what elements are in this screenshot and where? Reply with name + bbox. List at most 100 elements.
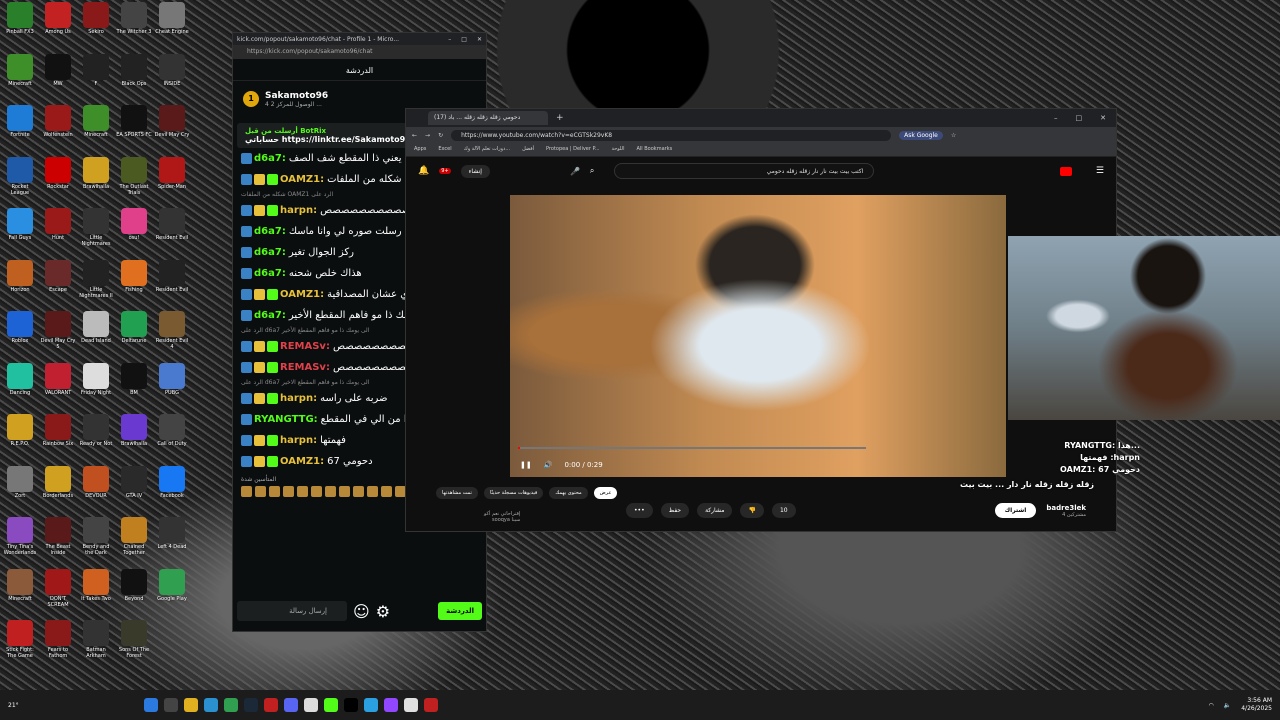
bookmark-item[interactable]: أفضل — [522, 146, 534, 153]
desktop-icon[interactable]: Batman Arkham — [78, 620, 114, 659]
emote-icon[interactable] — [255, 486, 266, 497]
video-player[interactable]: ❚❚ 🔊 0:00 / 0:29 — [510, 195, 1006, 477]
dislike-button[interactable]: 👎 — [740, 503, 764, 518]
create-button[interactable]: إنشاء — [460, 164, 490, 178]
desktop-icon[interactable]: Fall Guys — [2, 208, 38, 247]
desktop-icon[interactable]: The Beast Inside — [40, 517, 76, 556]
emote-icon[interactable] — [325, 486, 336, 497]
desktop-icon[interactable]: Ready or Not — [78, 414, 114, 453]
xbox-icon[interactable] — [224, 698, 238, 712]
close-icon[interactable]: ✕ — [1100, 114, 1106, 122]
chat-username[interactable]: d6a7: — [254, 268, 286, 279]
emote-icon[interactable] — [311, 486, 322, 497]
desktop-icon[interactable]: BM — [116, 362, 152, 402]
desktop-icon[interactable]: Resident Evil 4 — [154, 311, 190, 350]
url-input[interactable]: https://www.youtube.com/watch?v=eCGTSk29… — [451, 129, 892, 141]
ask-google-button[interactable]: Ask Google — [899, 130, 943, 140]
clock[interactable]: 3:56 AM 4/26/2025 — [1241, 697, 1272, 713]
emote-icon[interactable] — [269, 486, 280, 497]
youtube-logo[interactable]: ☰ — [1059, 166, 1104, 176]
desktop-icon[interactable]: PUBG — [154, 362, 190, 402]
desktop-icon[interactable]: Bendy and the Dark Revival — [78, 517, 114, 556]
kick-url-bar[interactable]: https://kick.com/popout/sakamoto96/chat — [233, 45, 486, 59]
wifi-icon[interactable]: ◠ — [1209, 702, 1214, 709]
desktop-icon[interactable]: Sons Of The Forest — [116, 620, 152, 659]
filter-chip[interactable]: فيديوهات مسجلة حديثًا — [483, 487, 544, 499]
emote-icon[interactable] — [353, 486, 364, 497]
desktop-icon[interactable]: Minecraft — [2, 53, 38, 93]
chat-username[interactable]: d6a7: — [254, 153, 286, 164]
search-icon[interactable] — [164, 698, 178, 712]
desktop-icon[interactable]: GTA IV — [116, 465, 152, 505]
chat-username[interactable]: d6a7: — [254, 226, 286, 237]
filter-chip[interactable]: تمت مشاهدتها — [436, 487, 478, 499]
chrome-icon[interactable] — [304, 698, 318, 712]
edge-icon[interactable] — [204, 698, 218, 712]
chat-username[interactable]: REMASv: — [280, 362, 330, 373]
desktop-icon[interactable]: VALORANT — [40, 362, 76, 402]
bookmark-item[interactable]: Apps — [414, 146, 426, 153]
desktop-icon[interactable]: Pinball FX3 — [2, 2, 38, 41]
twitch-icon[interactable] — [384, 698, 398, 712]
app-icon[interactable] — [264, 698, 278, 712]
chat-username[interactable]: harpn: — [280, 205, 317, 216]
bookmark-item[interactable]: All Bookmarks — [636, 146, 672, 153]
desktop-icon[interactable]: Rocket League — [2, 156, 38, 196]
desktop-icon[interactable]: Cheat Engine — [154, 2, 190, 41]
desktop-icon[interactable]: Friday Night — [78, 362, 114, 402]
desktop-icon[interactable]: The Outlast Trials — [116, 156, 152, 196]
mic-icon[interactable]: 🎤 — [570, 167, 580, 176]
desktop-icon[interactable]: Among Us — [40, 2, 76, 41]
desktop-icon[interactable]: MW — [40, 53, 76, 93]
new-tab-icon[interactable]: + — [556, 113, 564, 123]
tiktok-icon[interactable] — [344, 698, 358, 712]
filter-chip[interactable]: محتوى يهمك — [549, 487, 588, 499]
chat-input[interactable]: إرسال رسالة — [237, 601, 347, 621]
chat-username[interactable]: d6a7: — [254, 310, 286, 321]
back-icon[interactable]: ← — [412, 132, 417, 139]
desktop-icon[interactable]: Escape — [40, 259, 76, 299]
send-chat-button[interactable]: الدردشة — [438, 602, 482, 620]
volume-icon[interactable]: 🔊 — [544, 461, 553, 469]
discord-icon[interactable] — [284, 698, 298, 712]
pause-icon[interactable]: ❚❚ — [520, 461, 532, 469]
emoji-icon[interactable]: ☺ — [353, 602, 370, 621]
youtube-search-input[interactable]: اكتب بيت بيت نار نار زقله زقله دحومي — [614, 163, 875, 179]
chat-username[interactable]: harpn: — [280, 393, 317, 404]
obs-icon[interactable] — [404, 698, 418, 712]
desktop-icon[interactable]: Black Ops — [116, 53, 152, 93]
settings-icon[interactable]: ⚙ — [376, 602, 390, 621]
desktop-icon[interactable]: EA SPORTS FC — [116, 105, 152, 144]
desktop-icon[interactable]: Zort — [2, 465, 38, 505]
desktop-icon[interactable]: Resident Evil — [154, 208, 190, 247]
desktop-icon[interactable]: Resident Evil — [154, 259, 190, 299]
desktop-icon[interactable]: Fears to Fathom — [40, 620, 76, 659]
desktop-icon[interactable]: R.E.P.O. — [2, 414, 38, 453]
save-button[interactable]: حفظ — [660, 503, 690, 518]
search-icon[interactable]: ⌕ — [590, 166, 594, 176]
desktop-icon[interactable]: DEVOUR — [78, 465, 114, 505]
chat-username[interactable]: OAMZ1: — [280, 456, 324, 467]
chat-username[interactable]: OAMZ1: — [280, 174, 324, 185]
maximize-icon[interactable]: □ — [1076, 114, 1083, 122]
desktop-icon[interactable]: Wolfenstein — [40, 105, 76, 144]
filter-chip[interactable]: عرض — [593, 487, 618, 499]
notifications-icon[interactable]: 🔔 — [418, 166, 429, 176]
emote-icon[interactable] — [339, 486, 350, 497]
desktop-icon[interactable]: Horizon — [2, 259, 38, 299]
desktop-icon[interactable]: It Takes Two — [78, 568, 114, 608]
desktop-icon[interactable]: Call of Duty — [154, 414, 190, 453]
minimize-icon[interactable]: – — [1054, 114, 1058, 122]
desktop-icon[interactable]: Fortnite — [2, 105, 38, 144]
channel-name[interactable]: badre3lek — [1046, 504, 1086, 512]
desktop-icon[interactable]: The Witcher 3 — [116, 2, 152, 41]
subscribe-button[interactable]: اشتراك — [994, 503, 1037, 518]
desktop-icon[interactable]: Rockstar — [40, 156, 76, 196]
youtube-icon[interactable] — [424, 698, 438, 712]
emote-icon[interactable] — [283, 486, 294, 497]
tab-youtube[interactable]: (17) دحومي زقله زقله زقله ... باد — [428, 111, 548, 125]
desktop-icon[interactable]: Chained Together — [116, 517, 152, 556]
desktop-icon[interactable]: Deltarune — [116, 311, 152, 350]
desktop-icon[interactable]: DON'T SCREAM — [40, 568, 76, 608]
desktop-icon[interactable]: Brawlhalla — [78, 156, 114, 196]
